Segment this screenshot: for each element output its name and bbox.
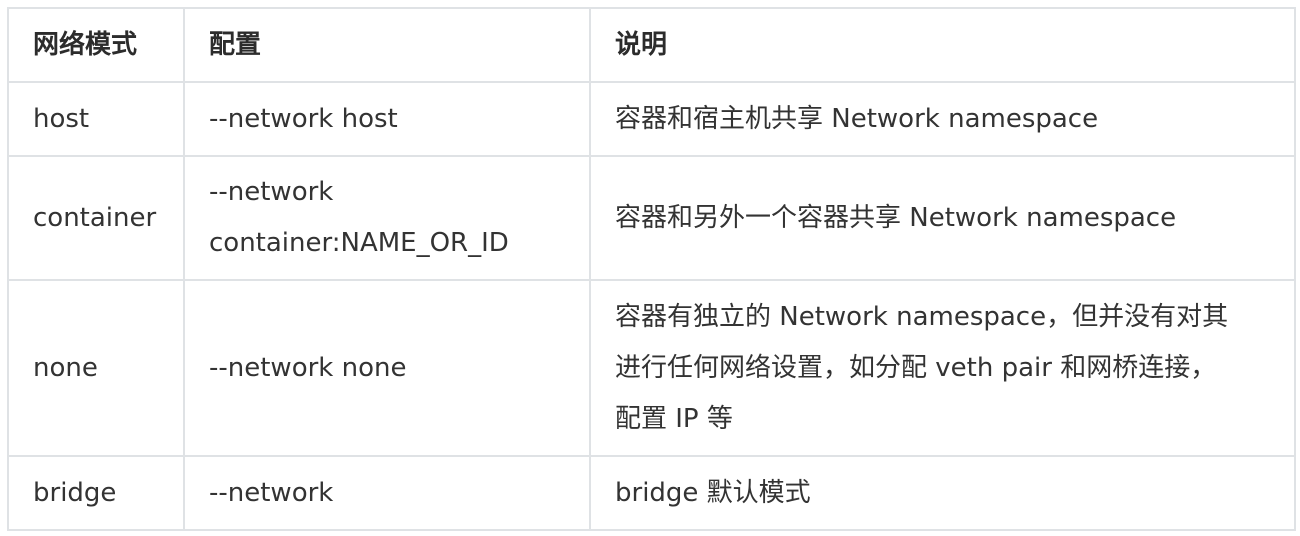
- cell-config: --network none: [183, 279, 591, 457]
- cell-description: bridge 默认模式: [589, 455, 1296, 531]
- cell-mode: container: [7, 155, 185, 281]
- header-description: 说明: [589, 7, 1296, 83]
- header-config: 配置: [183, 7, 591, 83]
- description-line: 容器和另外一个容器共享 Network namespace: [615, 202, 1177, 233]
- config-line: --network host: [209, 103, 398, 134]
- table-row: host --network host 容器和宿主机共享 Network nam…: [7, 81, 1296, 157]
- description-line: bridge 默认模式: [615, 477, 811, 508]
- cell-config: --network container:NAME_OR_ID: [183, 155, 591, 281]
- cell-description: 容器和另外一个容器共享 Network namespace: [589, 155, 1296, 281]
- description-line: 进行任何网络设置，如分配 veth pair 和网桥连接，: [615, 352, 1217, 383]
- cell-mode: bridge: [7, 455, 185, 531]
- network-mode-table: 网络模式 配置 说明 host --network host 容器和宿主机共享 …: [7, 7, 1296, 531]
- config-line: --network: [209, 477, 334, 508]
- table-row: container --network container:NAME_OR_ID…: [7, 155, 1296, 281]
- cell-mode: host: [7, 81, 185, 157]
- table-header-row: 网络模式 配置 说明: [7, 7, 1296, 83]
- cell-mode: none: [7, 279, 185, 457]
- header-network-mode: 网络模式: [7, 7, 185, 83]
- config-line: container:NAME_OR_ID: [209, 228, 509, 258]
- description-line: 容器有独立的 Network namespace，但并没有对其: [615, 301, 1229, 332]
- description-line: 容器和宿主机共享 Network namespace: [615, 103, 1099, 134]
- config-line: --network none: [209, 352, 407, 383]
- cell-config: --network host: [183, 81, 591, 157]
- cell-description: 容器有独立的 Network namespace，但并没有对其 进行任何网络设置…: [589, 279, 1296, 457]
- config-line: --network: [209, 177, 334, 207]
- cell-description: 容器和宿主机共享 Network namespace: [589, 81, 1296, 157]
- cell-config: --network: [183, 455, 591, 531]
- table-row: bridge --network bridge 默认模式: [7, 455, 1296, 531]
- description-line: 配置 IP 等: [615, 403, 733, 434]
- table-row: none --network none 容器有独立的 Network names…: [7, 279, 1296, 457]
